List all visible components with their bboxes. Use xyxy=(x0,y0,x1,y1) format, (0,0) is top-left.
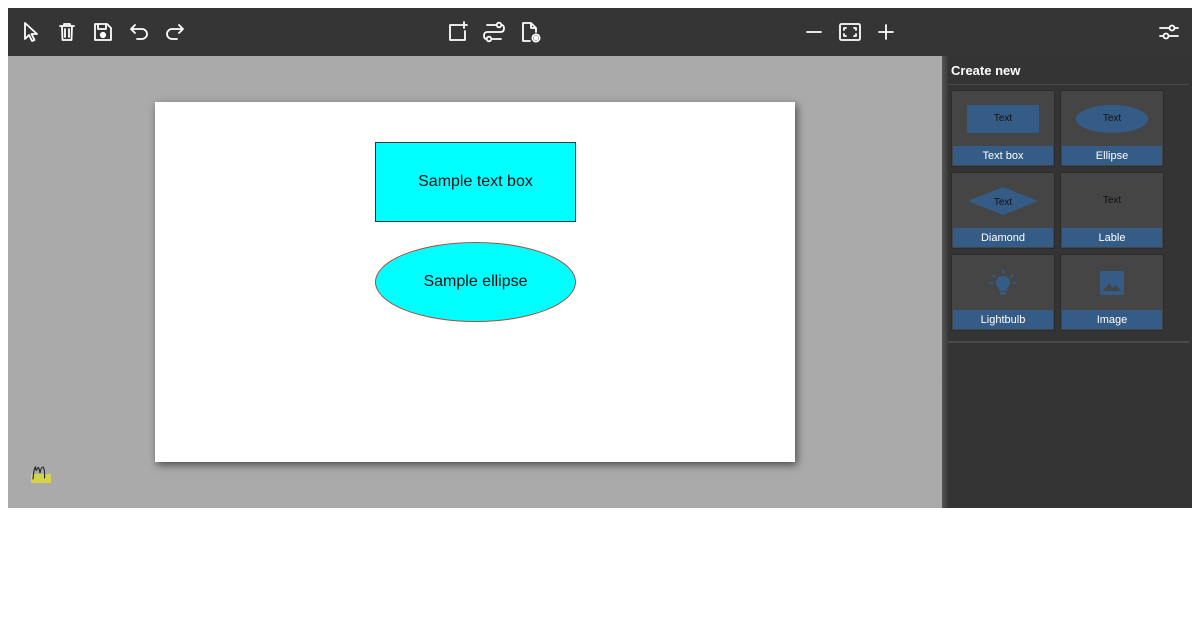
sliders-icon xyxy=(1159,24,1179,40)
tile-label: Image xyxy=(1062,310,1162,329)
create-label-tile[interactable]: Text Lable xyxy=(1060,172,1164,249)
image-icon xyxy=(1100,270,1124,295)
create-diamond-tile[interactable]: Text Diamond xyxy=(951,172,1055,249)
add-page-button[interactable] xyxy=(443,17,473,47)
properties-button[interactable] xyxy=(1154,17,1184,47)
tile-label: Lable xyxy=(1062,228,1162,247)
trash-icon xyxy=(59,23,75,41)
canvas-area[interactable]: Sample text box Sample ellipse xyxy=(8,56,942,508)
sidebar-resize-handle[interactable] xyxy=(942,56,948,508)
fit-to-screen-button[interactable] xyxy=(835,17,865,47)
connections-button[interactable] xyxy=(479,17,509,47)
tile-preview xyxy=(1061,255,1163,310)
label-preview: Text xyxy=(1103,195,1121,206)
floppy-disk-icon xyxy=(94,23,112,41)
tile-preview xyxy=(952,255,1054,310)
save-button[interactable] xyxy=(88,17,118,47)
preview-text: Text xyxy=(1102,113,1122,124)
brand-logo-icon xyxy=(31,466,51,483)
tile-label: Diamond xyxy=(953,228,1053,247)
tile-preview: Text xyxy=(1061,91,1163,146)
diamond-preview: Text xyxy=(968,186,1038,215)
undo-icon xyxy=(130,24,148,40)
file-settings-icon xyxy=(522,22,541,43)
app-window: Sample text box Sample ellipse Create ne… xyxy=(8,8,1192,508)
sample-ellipse-shape[interactable]: Sample ellipse xyxy=(375,242,576,322)
sidebar-title: Create new xyxy=(951,63,1021,78)
ellipse-preview: Text xyxy=(1076,104,1148,133)
lightbulb-icon xyxy=(989,268,1017,294)
create-image-tile[interactable]: Image xyxy=(1060,254,1164,331)
toolbar xyxy=(8,8,1192,56)
tile-preview: Text xyxy=(952,91,1054,146)
tile-preview: Text xyxy=(1061,173,1163,228)
create-lightbulb-tile[interactable]: Lightbulb xyxy=(951,254,1055,331)
plus-icon xyxy=(878,24,894,40)
create-ellipse-tile[interactable]: Text Ellipse xyxy=(1060,90,1164,167)
drawing-page[interactable]: Sample text box Sample ellipse xyxy=(155,102,795,462)
redo-icon xyxy=(166,24,184,40)
sample-text-box-shape[interactable]: Sample text box xyxy=(375,142,576,222)
preview-text: Text xyxy=(994,197,1013,208)
undo-button[interactable] xyxy=(124,17,154,47)
zoom-in-button[interactable] xyxy=(871,17,901,47)
zoom-out-button[interactable] xyxy=(799,17,829,47)
redo-button[interactable] xyxy=(160,17,190,47)
create-text-box-tile[interactable]: Text Text box xyxy=(951,90,1055,167)
fit-screen-icon xyxy=(839,23,861,41)
shape-text: Sample text box xyxy=(418,173,533,190)
add-box-icon xyxy=(449,21,468,41)
sidebar-create-new: Create new Text Text box Text Ellipse Te… xyxy=(942,56,1192,508)
select-tool-button[interactable] xyxy=(16,17,46,47)
divider xyxy=(948,341,1189,343)
tile-label: Text box xyxy=(953,146,1053,165)
divider xyxy=(948,84,1189,85)
tile-label: Ellipse xyxy=(1062,146,1162,165)
shape-text: Sample ellipse xyxy=(423,273,528,290)
tile-label: Lightbulb xyxy=(953,310,1053,329)
minus-icon xyxy=(806,31,822,33)
cursor-arrow-icon xyxy=(24,22,38,42)
document-settings-button[interactable] xyxy=(515,17,545,47)
route-icon xyxy=(483,21,505,43)
preview-text: Text xyxy=(993,113,1013,124)
text-box-preview: Text xyxy=(967,104,1039,133)
tile-preview: Text xyxy=(952,173,1054,228)
delete-button[interactable] xyxy=(52,17,82,47)
preview-text: Text xyxy=(1102,195,1122,206)
